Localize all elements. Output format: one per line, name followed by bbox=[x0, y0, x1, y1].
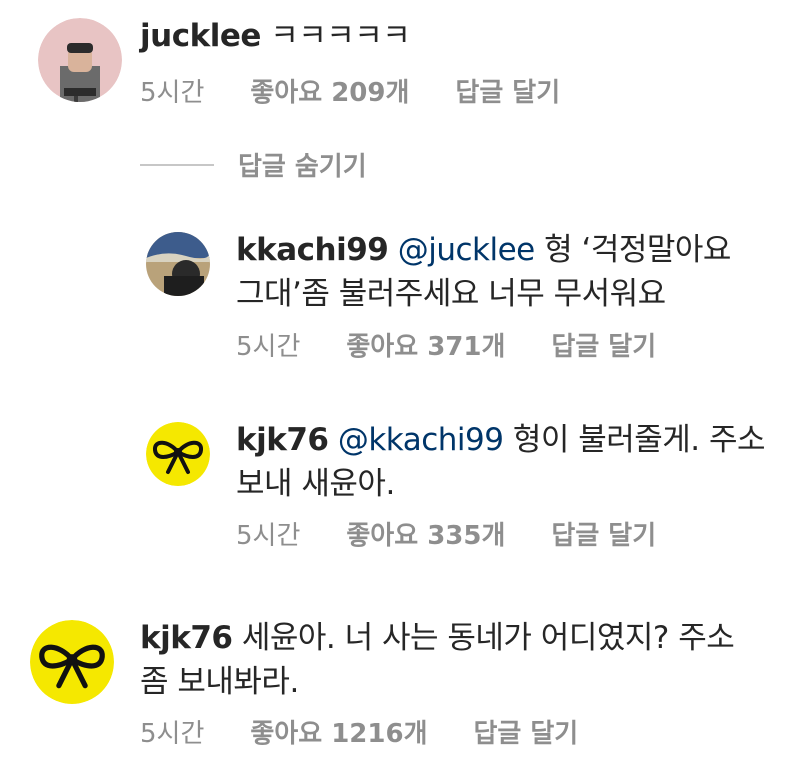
comment-text: jucklee ㅋㅋㅋㅋㅋ bbox=[140, 14, 411, 58]
reply-body-line2: 그대’좀 불러주세요 너무 무서워요 bbox=[236, 276, 666, 312]
comment-body-line2: 좀 보내봐라. bbox=[140, 664, 299, 700]
reply-button[interactable]: 답글 달기 bbox=[474, 713, 579, 750]
mention-link[interactable]: @kkachi99 bbox=[338, 422, 504, 458]
username[interactable]: kkachi99 bbox=[236, 232, 389, 268]
username[interactable]: kjk76 bbox=[140, 620, 233, 656]
avatar-kjk76[interactable] bbox=[146, 422, 210, 486]
username[interactable]: jucklee bbox=[140, 18, 261, 54]
username[interactable]: kjk76 bbox=[236, 422, 329, 458]
comment-meta: 5시간 좋아요 209개 답글 달기 bbox=[140, 72, 560, 109]
reply-button[interactable]: 답글 달기 bbox=[551, 326, 656, 363]
divider-line bbox=[140, 163, 214, 166]
comment-body: ㅋㅋㅋㅋㅋ bbox=[260, 18, 411, 54]
yellow-ribbon-icon bbox=[146, 422, 210, 486]
timestamp: 5시간 bbox=[236, 332, 301, 362]
reply-body-line1: 형 ‘걱정말아요 bbox=[534, 232, 731, 268]
timestamp: 5시간 bbox=[140, 78, 205, 108]
comment-meta: 5시간 좋아요 1216개 답글 달기 bbox=[140, 713, 578, 750]
likes-count[interactable]: 좋아요 335개 bbox=[346, 515, 505, 552]
person-photo-icon bbox=[38, 18, 122, 102]
avatar-kkachi99[interactable] bbox=[146, 232, 210, 296]
yellow-ribbon-icon bbox=[30, 620, 114, 704]
hide-replies-toggle[interactable]: 답글 숨기기 bbox=[140, 146, 367, 183]
reply-meta: 5시간 좋아요 371개 답글 달기 bbox=[236, 326, 656, 363]
reply-button[interactable]: 답글 달기 bbox=[455, 72, 560, 109]
reply-button[interactable]: 답글 달기 bbox=[551, 515, 656, 552]
comment-text: kjk76 세윤아. 너 사는 동네가 어디였지? 주소 좀 보내봐라. bbox=[140, 616, 800, 704]
avatar-kjk76[interactable] bbox=[30, 620, 114, 704]
mention-link[interactable]: @jucklee bbox=[398, 232, 536, 268]
comment-body-line1: 세윤아. 너 사는 동네가 어디였지? 주소 bbox=[232, 620, 735, 656]
likes-count[interactable]: 좋아요 209개 bbox=[250, 72, 409, 109]
likes-count[interactable]: 좋아요 371개 bbox=[346, 326, 505, 363]
reply-text: kkachi99 @jucklee 형 ‘걱정말아요 그대’좀 불러주세요 너무… bbox=[236, 228, 796, 316]
avatar-jucklee[interactable] bbox=[38, 18, 122, 102]
reply-meta: 5시간 좋아요 335개 답글 달기 bbox=[236, 515, 656, 552]
hide-replies-label: 답글 숨기기 bbox=[238, 152, 367, 182]
reply-body-line1: 형이 불러줄게. 주소 bbox=[503, 422, 766, 458]
reply-text: kjk76 @kkachi99 형이 불러줄게. 주소 보내 새윤아. bbox=[236, 418, 796, 506]
timestamp: 5시간 bbox=[236, 521, 301, 551]
likes-count[interactable]: 좋아요 1216개 bbox=[250, 713, 427, 750]
reply-body-line2: 보내 새윤아. bbox=[236, 466, 395, 502]
timestamp: 5시간 bbox=[140, 719, 205, 749]
person-photo-icon bbox=[146, 232, 210, 296]
